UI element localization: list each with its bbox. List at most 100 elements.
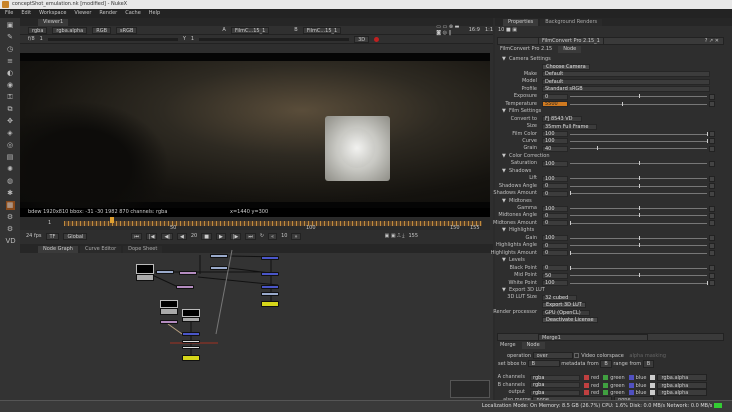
midtones-amount-field[interactable]: 0 bbox=[542, 220, 568, 227]
highlights-angle-slider[interactable] bbox=[570, 243, 707, 248]
node[interactable] bbox=[210, 266, 228, 270]
channel-dropdown[interactable]: rgba bbox=[530, 374, 580, 381]
exposure-slider[interactable] bbox=[570, 94, 707, 99]
skip-back-button[interactable]: « bbox=[268, 232, 278, 240]
size-dropdown[interactable]: 35mm Full Frame bbox=[542, 123, 598, 130]
plugin-tool-icon[interactable]: ⚙ bbox=[6, 213, 15, 222]
panel-close-icon[interactable]: ? ↗ ✕ bbox=[705, 38, 719, 45]
saturation-field[interactable]: 100 bbox=[542, 160, 568, 167]
skip-forward-button[interactable]: » bbox=[291, 232, 301, 240]
node[interactable] bbox=[156, 270, 174, 274]
curve-slider[interactable] bbox=[570, 138, 708, 143]
collapse-triangle-icon[interactable]: ▼ bbox=[502, 227, 506, 234]
temperature-field[interactable]: 5500 bbox=[542, 101, 568, 108]
vd-tool-icon[interactable]: VD bbox=[6, 237, 16, 246]
node[interactable] bbox=[210, 254, 228, 258]
tab-node[interactable]: Node bbox=[558, 46, 582, 53]
merge-name-field[interactable]: Merge1 bbox=[538, 334, 648, 341]
fps[interactable]: 24 fps bbox=[26, 233, 42, 239]
red-checkbox[interactable] bbox=[584, 390, 589, 395]
channel-tool-icon[interactable]: ≡ bbox=[6, 57, 15, 66]
colorspace-dropdown[interactable]: sRGB bbox=[116, 26, 138, 34]
animation-menu-icon[interactable] bbox=[709, 280, 715, 286]
slider-handle[interactable] bbox=[638, 273, 640, 278]
slider-handle[interactable] bbox=[707, 280, 708, 285]
write-node[interactable] bbox=[182, 355, 200, 361]
toolsets-tool-icon[interactable]: ◍ bbox=[6, 177, 15, 186]
slider-handle[interactable] bbox=[622, 101, 624, 106]
last-frame-button[interactable]: ⏭ bbox=[245, 232, 256, 240]
make-field[interactable]: Default bbox=[542, 71, 710, 78]
shadows-angle-field[interactable]: 0 bbox=[542, 183, 568, 190]
black-point-field[interactable]: 0 bbox=[542, 265, 568, 272]
green-checkbox[interactable] bbox=[603, 382, 609, 388]
black-point-slider[interactable] bbox=[570, 265, 707, 270]
range-dropdown[interactable]: B bbox=[642, 360, 655, 368]
animation-menu-icon[interactable] bbox=[709, 235, 715, 242]
node-thumbnail[interactable] bbox=[160, 300, 178, 308]
slider-handle[interactable] bbox=[570, 250, 571, 255]
animation-menu-icon[interactable] bbox=[709, 220, 715, 227]
shadows-amount-slider[interactable] bbox=[570, 191, 707, 196]
slider-handle[interactable] bbox=[707, 131, 708, 136]
particles-tool-icon[interactable]: ✺ bbox=[6, 165, 15, 174]
slider-handle[interactable] bbox=[570, 191, 571, 196]
input-a-dropdown[interactable]: FilmC...15_1 bbox=[230, 26, 270, 34]
gamma-slider[interactable] bbox=[199, 37, 350, 41]
lift-field[interactable]: 100 bbox=[542, 175, 568, 182]
animation-menu-icon[interactable] bbox=[709, 175, 715, 182]
highlights-angle-field[interactable]: 0 bbox=[542, 242, 568, 249]
write-node[interactable] bbox=[261, 301, 279, 307]
node[interactable] bbox=[176, 285, 194, 289]
blue-checkbox[interactable] bbox=[628, 375, 634, 380]
gain-value[interactable]: 1 bbox=[40, 36, 43, 42]
metadata-tool-icon[interactable]: ▤ bbox=[6, 153, 15, 162]
temperature-slider[interactable] bbox=[570, 101, 707, 106]
choose-camera-button[interactable]: Choose Camera bbox=[542, 63, 590, 70]
merge-node[interactable] bbox=[182, 332, 200, 336]
step-back-button[interactable]: ◀| bbox=[161, 232, 173, 240]
viewer-image[interactable] bbox=[20, 53, 490, 208]
step-forward-button[interactable]: |▶ bbox=[229, 232, 242, 240]
node[interactable] bbox=[182, 346, 200, 349]
timeline-ruler[interactable] bbox=[64, 221, 482, 226]
tf-dropdown[interactable]: TF bbox=[45, 232, 60, 240]
deactivate-license-button[interactable]: Deactivate License bbox=[542, 317, 598, 324]
mid-point-field[interactable]: 50 bbox=[542, 272, 568, 279]
blue-checkbox[interactable] bbox=[628, 390, 634, 395]
views-tool-icon[interactable]: ◎ bbox=[6, 141, 15, 150]
slider-handle[interactable] bbox=[638, 176, 640, 181]
animation-menu-icon[interactable] bbox=[709, 272, 715, 279]
collapse-triangle-icon[interactable]: ▼ bbox=[502, 198, 506, 205]
video-colorspace-checkbox[interactable] bbox=[574, 353, 580, 358]
green-checkbox[interactable] bbox=[603, 390, 609, 395]
keyer-tool-icon[interactable]: ⚿ bbox=[6, 93, 15, 102]
grain-slider[interactable] bbox=[570, 146, 707, 151]
collapse-triangle-icon[interactable]: ▼ bbox=[502, 56, 506, 63]
range-end[interactable]: 155 bbox=[408, 233, 418, 239]
read-node[interactable] bbox=[136, 274, 154, 281]
viewer-range-icons[interactable]: ▣ ▣ ⎍ ⤓ bbox=[385, 233, 405, 239]
animation-menu-icon[interactable] bbox=[709, 101, 715, 108]
play-back-button[interactable]: ◀ bbox=[176, 232, 187, 240]
record-icon[interactable] bbox=[374, 36, 380, 42]
convert-to-dropdown[interactable]: FJ 8543 VD bbox=[542, 116, 582, 123]
saturation-slider[interactable] bbox=[570, 161, 707, 166]
alpha-checkbox[interactable] bbox=[650, 390, 656, 395]
animation-menu-icon[interactable] bbox=[709, 160, 715, 167]
node[interactable] bbox=[182, 340, 200, 343]
highlights-amount-slider[interactable] bbox=[570, 250, 707, 255]
tab-filmconvert[interactable]: FilmConvert Pro 2.15 bbox=[500, 46, 552, 53]
merge-node-header[interactable]: Merge1 bbox=[497, 333, 724, 341]
first-frame-button[interactable]: ⏮ bbox=[131, 232, 142, 240]
film-color-field[interactable]: 100 bbox=[542, 131, 568, 137]
red-checkbox[interactable] bbox=[584, 382, 589, 388]
node[interactable] bbox=[261, 285, 279, 289]
menu-help[interactable]: Help bbox=[149, 9, 160, 18]
tab-merge-node[interactable]: Node bbox=[521, 342, 545, 349]
menu-render[interactable]: Render bbox=[99, 9, 117, 18]
3d-lut-size-dropdown[interactable]: 32 cubed bbox=[542, 294, 578, 301]
view-mode-dropdown[interactable]: 3D bbox=[354, 35, 370, 43]
animation-menu-icon[interactable] bbox=[709, 212, 715, 219]
collapse-triangle-icon[interactable]: ▼ bbox=[502, 287, 506, 294]
